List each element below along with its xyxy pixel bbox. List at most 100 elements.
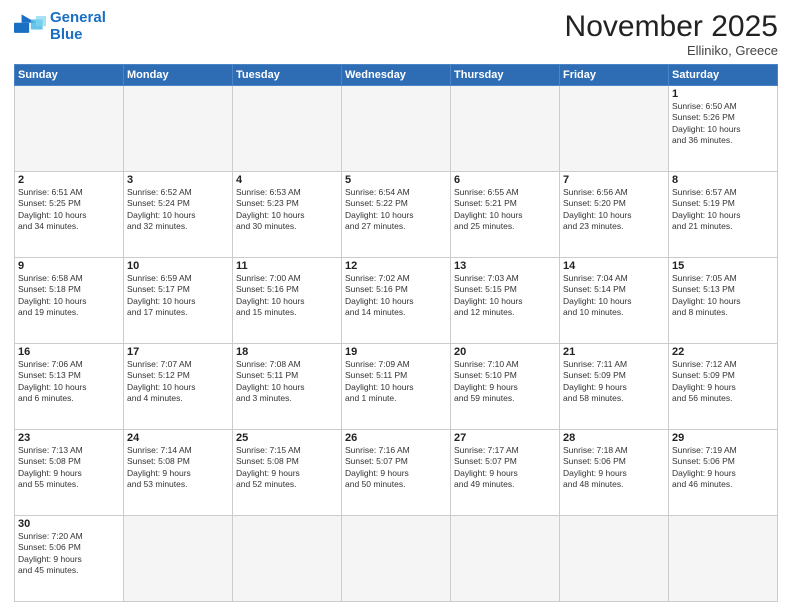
col-tuesday: Tuesday — [233, 65, 342, 86]
day-info: Sunrise: 7:19 AM Sunset: 5:06 PM Dayligh… — [672, 445, 774, 491]
table-row: 2Sunrise: 6:51 AM Sunset: 5:25 PM Daylig… — [15, 172, 124, 258]
day-info: Sunrise: 7:15 AM Sunset: 5:08 PM Dayligh… — [236, 445, 338, 491]
day-number: 28 — [563, 432, 665, 444]
day-number: 23 — [18, 432, 120, 444]
day-info: Sunrise: 7:11 AM Sunset: 5:09 PM Dayligh… — [563, 359, 665, 405]
calendar-week-row: 1Sunrise: 6:50 AM Sunset: 5:26 PM Daylig… — [15, 86, 778, 172]
day-number: 14 — [563, 260, 665, 272]
table-row: 16Sunrise: 7:06 AM Sunset: 5:13 PM Dayli… — [15, 344, 124, 430]
day-number: 12 — [345, 260, 447, 272]
table-row — [560, 516, 669, 602]
col-saturday: Saturday — [669, 65, 778, 86]
table-row: 9Sunrise: 6:58 AM Sunset: 5:18 PM Daylig… — [15, 258, 124, 344]
table-row: 17Sunrise: 7:07 AM Sunset: 5:12 PM Dayli… — [124, 344, 233, 430]
header: General Blue November 2025 Elliniko, Gre… — [14, 10, 778, 58]
day-number: 17 — [127, 346, 229, 358]
day-info: Sunrise: 6:52 AM Sunset: 5:24 PM Dayligh… — [127, 187, 229, 233]
table-row: 6Sunrise: 6:55 AM Sunset: 5:21 PM Daylig… — [451, 172, 560, 258]
day-number: 26 — [345, 432, 447, 444]
day-number: 7 — [563, 174, 665, 186]
day-info: Sunrise: 7:18 AM Sunset: 5:06 PM Dayligh… — [563, 445, 665, 491]
calendar-week-row: 9Sunrise: 6:58 AM Sunset: 5:18 PM Daylig… — [15, 258, 778, 344]
table-row — [15, 86, 124, 172]
day-number: 6 — [454, 174, 556, 186]
day-number: 29 — [672, 432, 774, 444]
day-info: Sunrise: 7:14 AM Sunset: 5:08 PM Dayligh… — [127, 445, 229, 491]
table-row: 15Sunrise: 7:05 AM Sunset: 5:13 PM Dayli… — [669, 258, 778, 344]
table-row: 7Sunrise: 6:56 AM Sunset: 5:20 PM Daylig… — [560, 172, 669, 258]
table-row: 29Sunrise: 7:19 AM Sunset: 5:06 PM Dayli… — [669, 430, 778, 516]
day-info: Sunrise: 6:56 AM Sunset: 5:20 PM Dayligh… — [563, 187, 665, 233]
table-row: 1Sunrise: 6:50 AM Sunset: 5:26 PM Daylig… — [669, 86, 778, 172]
day-info: Sunrise: 6:51 AM Sunset: 5:25 PM Dayligh… — [18, 187, 120, 233]
table-row: 24Sunrise: 7:14 AM Sunset: 5:08 PM Dayli… — [124, 430, 233, 516]
table-row: 5Sunrise: 6:54 AM Sunset: 5:22 PM Daylig… — [342, 172, 451, 258]
table-row: 3Sunrise: 6:52 AM Sunset: 5:24 PM Daylig… — [124, 172, 233, 258]
table-row: 28Sunrise: 7:18 AM Sunset: 5:06 PM Dayli… — [560, 430, 669, 516]
table-row: 11Sunrise: 7:00 AM Sunset: 5:16 PM Dayli… — [233, 258, 342, 344]
day-number: 8 — [672, 174, 774, 186]
day-info: Sunrise: 6:58 AM Sunset: 5:18 PM Dayligh… — [18, 273, 120, 319]
day-number: 18 — [236, 346, 338, 358]
day-info: Sunrise: 7:06 AM Sunset: 5:13 PM Dayligh… — [18, 359, 120, 405]
day-info: Sunrise: 7:16 AM Sunset: 5:07 PM Dayligh… — [345, 445, 447, 491]
day-number: 20 — [454, 346, 556, 358]
logo-text: General Blue — [50, 10, 106, 43]
table-row — [669, 516, 778, 602]
day-info: Sunrise: 7:12 AM Sunset: 5:09 PM Dayligh… — [672, 359, 774, 405]
table-row: 12Sunrise: 7:02 AM Sunset: 5:16 PM Dayli… — [342, 258, 451, 344]
day-info: Sunrise: 6:55 AM Sunset: 5:21 PM Dayligh… — [454, 187, 556, 233]
logo-icon — [14, 14, 46, 40]
table-row — [233, 86, 342, 172]
day-number: 25 — [236, 432, 338, 444]
day-number: 1 — [672, 88, 774, 100]
day-number: 5 — [345, 174, 447, 186]
page: General Blue November 2025 Elliniko, Gre… — [0, 0, 792, 612]
day-info: Sunrise: 7:13 AM Sunset: 5:08 PM Dayligh… — [18, 445, 120, 491]
table-row: 8Sunrise: 6:57 AM Sunset: 5:19 PM Daylig… — [669, 172, 778, 258]
day-number: 22 — [672, 346, 774, 358]
calendar-header-row: Sunday Monday Tuesday Wednesday Thursday… — [15, 65, 778, 86]
day-info: Sunrise: 6:50 AM Sunset: 5:26 PM Dayligh… — [672, 101, 774, 147]
location: Elliniko, Greece — [565, 43, 778, 58]
day-info: Sunrise: 7:17 AM Sunset: 5:07 PM Dayligh… — [454, 445, 556, 491]
day-info: Sunrise: 7:20 AM Sunset: 5:06 PM Dayligh… — [18, 531, 120, 577]
table-row: 25Sunrise: 7:15 AM Sunset: 5:08 PM Dayli… — [233, 430, 342, 516]
day-number: 30 — [18, 518, 120, 530]
table-row: 13Sunrise: 7:03 AM Sunset: 5:15 PM Dayli… — [451, 258, 560, 344]
col-thursday: Thursday — [451, 65, 560, 86]
calendar-week-row: 23Sunrise: 7:13 AM Sunset: 5:08 PM Dayli… — [15, 430, 778, 516]
table-row — [451, 86, 560, 172]
table-row: 22Sunrise: 7:12 AM Sunset: 5:09 PM Dayli… — [669, 344, 778, 430]
table-row — [560, 86, 669, 172]
day-info: Sunrise: 7:09 AM Sunset: 5:11 PM Dayligh… — [345, 359, 447, 405]
day-info: Sunrise: 7:00 AM Sunset: 5:16 PM Dayligh… — [236, 273, 338, 319]
day-number: 13 — [454, 260, 556, 272]
calendar-week-row: 2Sunrise: 6:51 AM Sunset: 5:25 PM Daylig… — [15, 172, 778, 258]
day-number: 10 — [127, 260, 229, 272]
table-row — [233, 516, 342, 602]
table-row: 30Sunrise: 7:20 AM Sunset: 5:06 PM Dayli… — [15, 516, 124, 602]
table-row: 20Sunrise: 7:10 AM Sunset: 5:10 PM Dayli… — [451, 344, 560, 430]
table-row — [124, 86, 233, 172]
day-info: Sunrise: 6:54 AM Sunset: 5:22 PM Dayligh… — [345, 187, 447, 233]
col-friday: Friday — [560, 65, 669, 86]
col-monday: Monday — [124, 65, 233, 86]
table-row — [342, 516, 451, 602]
calendar-table: Sunday Monday Tuesday Wednesday Thursday… — [14, 64, 778, 602]
table-row — [342, 86, 451, 172]
table-row: 10Sunrise: 6:59 AM Sunset: 5:17 PM Dayli… — [124, 258, 233, 344]
col-wednesday: Wednesday — [342, 65, 451, 86]
day-info: Sunrise: 7:04 AM Sunset: 5:14 PM Dayligh… — [563, 273, 665, 319]
day-info: Sunrise: 7:03 AM Sunset: 5:15 PM Dayligh… — [454, 273, 556, 319]
calendar-week-row: 16Sunrise: 7:06 AM Sunset: 5:13 PM Dayli… — [15, 344, 778, 430]
day-info: Sunrise: 6:59 AM Sunset: 5:17 PM Dayligh… — [127, 273, 229, 319]
day-number: 9 — [18, 260, 120, 272]
table-row: 19Sunrise: 7:09 AM Sunset: 5:11 PM Dayli… — [342, 344, 451, 430]
table-row — [451, 516, 560, 602]
day-number: 3 — [127, 174, 229, 186]
table-row — [124, 516, 233, 602]
table-row: 21Sunrise: 7:11 AM Sunset: 5:09 PM Dayli… — [560, 344, 669, 430]
table-row: 14Sunrise: 7:04 AM Sunset: 5:14 PM Dayli… — [560, 258, 669, 344]
table-row: 4Sunrise: 6:53 AM Sunset: 5:23 PM Daylig… — [233, 172, 342, 258]
